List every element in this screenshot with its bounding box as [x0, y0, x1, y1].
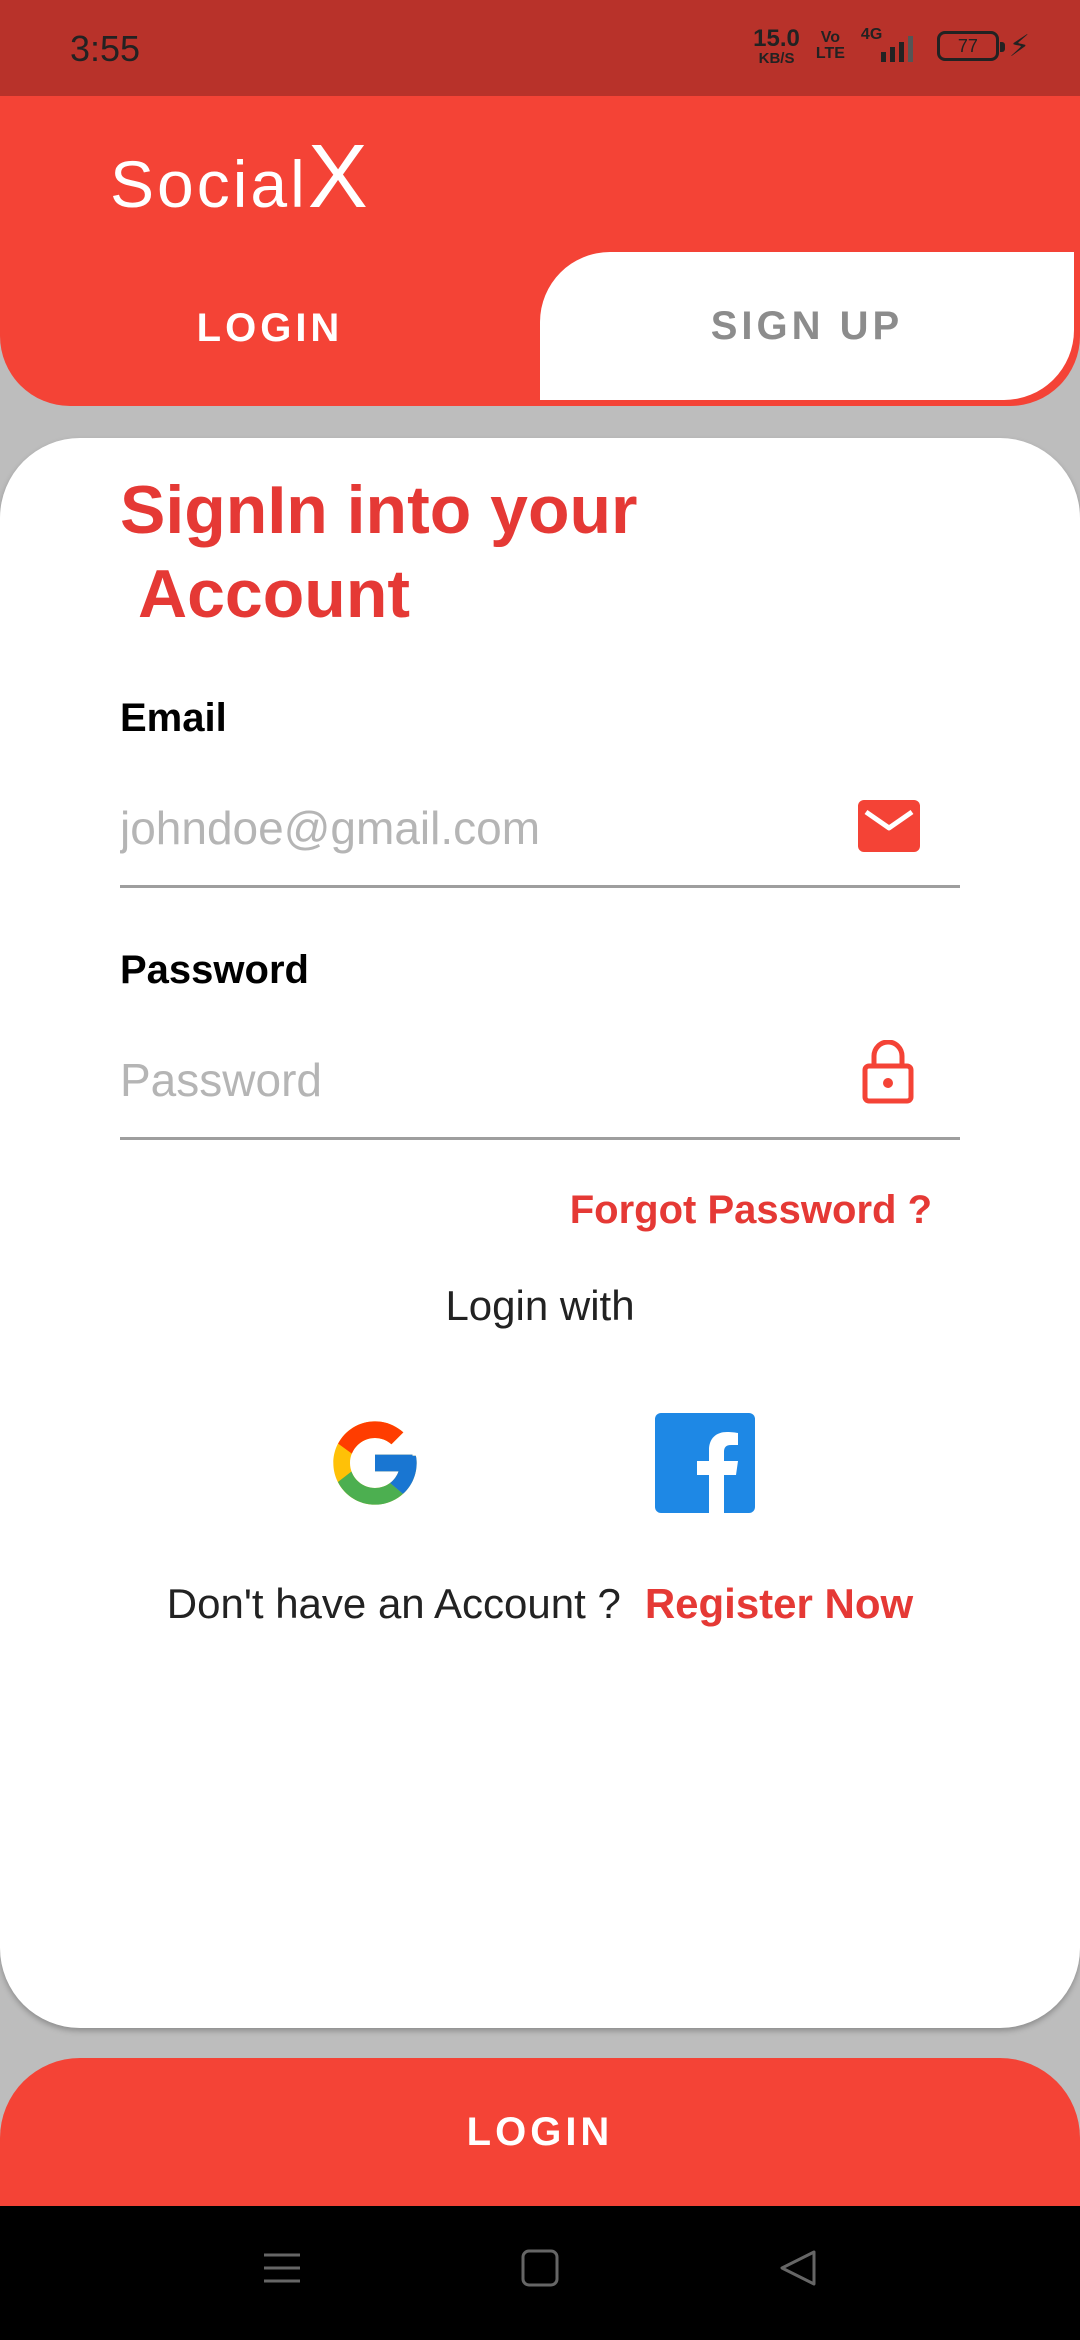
- network-type: 4G: [860, 26, 883, 43]
- register-now-link[interactable]: Register Now: [645, 1580, 913, 1627]
- net-speed-unit: KB/S: [758, 49, 795, 67]
- login-card: SignIn into your Account Email Password …: [0, 438, 1080, 2028]
- email-field-container: [120, 778, 960, 888]
- password-input[interactable]: [120, 1030, 840, 1130]
- facebook-login-button[interactable]: [655, 1413, 755, 1513]
- tab-signup[interactable]: SIGN UP: [540, 252, 1074, 400]
- page-title-line1: SignIn into your: [120, 472, 638, 548]
- login-button[interactable]: LOGIN: [0, 2058, 1080, 2218]
- brand-x: X: [307, 127, 368, 227]
- register-row: Don't have an Account ? Register Now: [0, 1580, 1080, 1628]
- page-title-line2: Account: [138, 556, 410, 632]
- google-icon: [333, 1421, 417, 1505]
- password-label: Password: [120, 948, 309, 992]
- signal-icon: 4G: [861, 26, 921, 66]
- menu-nav-icon[interactable]: [262, 2248, 302, 2293]
- battery-level: 77: [957, 35, 978, 56]
- home-nav-icon[interactable]: [520, 2248, 560, 2293]
- email-input[interactable]: [120, 778, 840, 878]
- page-title: SignIn into your Account: [120, 468, 638, 636]
- back-nav-icon[interactable]: [778, 2248, 818, 2293]
- lock-icon: [862, 1039, 914, 1109]
- email-label: Email: [120, 696, 227, 740]
- forgot-password-link[interactable]: Forgot Password ?: [570, 1188, 932, 1233]
- net-speed: 15.0 KB/S: [753, 24, 800, 67]
- facebook-icon: [655, 1413, 755, 1513]
- google-login-button[interactable]: [325, 1413, 425, 1513]
- system-nav-bar: [0, 2206, 1080, 2340]
- volte-top: Vo: [820, 29, 841, 46]
- status-bar: 3:55 15.0 KB/S Vo LTE 4G 77 ⚡: [0, 0, 1080, 96]
- net-speed-value: 15.0: [753, 24, 800, 52]
- tab-login[interactable]: LOGIN: [0, 251, 540, 406]
- password-field-container: [120, 1030, 960, 1140]
- status-icons: 15.0 KB/S Vo LTE 4G 77 ⚡: [753, 26, 1030, 66]
- status-time: 3:55: [70, 28, 141, 69]
- battery-icon: 77: [936, 31, 1005, 61]
- brand-social: Social: [110, 147, 308, 221]
- brand-logo: Social X: [110, 126, 368, 229]
- login-with-label: Login with: [445, 1282, 635, 1329]
- app-header: Social X LOGIN SIGN UP: [0, 96, 1080, 406]
- volte-icon: Vo LTE: [816, 30, 845, 62]
- mail-icon: [858, 800, 920, 857]
- volte-bottom: LTE: [815, 45, 845, 62]
- no-account-text: Don't have an Account ?: [166, 1580, 621, 1627]
- charging-icon: ⚡: [1008, 29, 1030, 63]
